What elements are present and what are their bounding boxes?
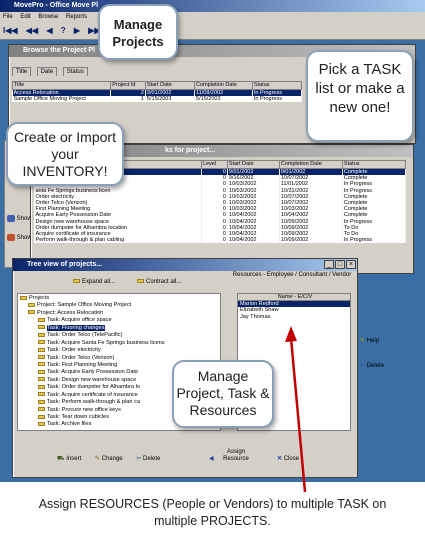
caption: Assign RESOURCES (People or Vendors) to …: [38, 497, 387, 528]
callout-manage-resources-text: Manage Project, Task & Resources: [176, 368, 270, 418]
arrow-line: [289, 337, 307, 493]
callout-inventory: Create or Import your INVENTORY!: [6, 122, 124, 186]
callout-pick-task: Pick a TASK list or make a new one!: [306, 50, 414, 142]
callout-pick-task-text: Pick a TASK list or make a new one!: [315, 61, 405, 116]
arrow-head: [285, 326, 297, 342]
callout-manage-projects-text: Manage Projects: [112, 17, 164, 49]
callout-inventory-text: Create or Import your INVENTORY!: [14, 129, 116, 179]
callout-manage-projects: Manage Projects: [98, 4, 178, 60]
callout-manage-resources: Manage Project, Task & Resources: [172, 360, 274, 428]
